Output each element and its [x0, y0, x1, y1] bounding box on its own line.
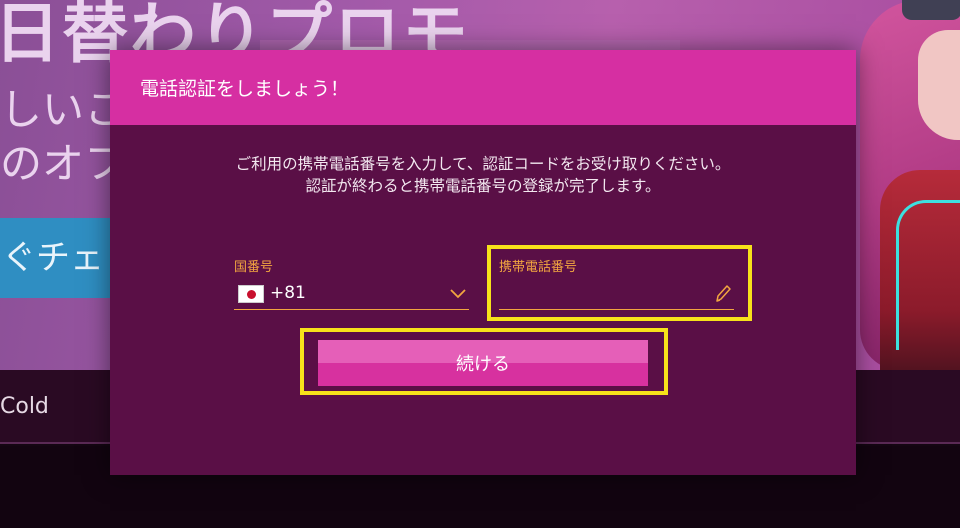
phone-number-label: 携帯電話番号	[499, 260, 578, 275]
japan-flag-icon	[238, 285, 264, 303]
country-code-value: +81	[270, 283, 306, 303]
modal-header: 電話認証をしましょう！	[110, 50, 856, 125]
promo-character-illustration	[840, 0, 960, 370]
continue-button[interactable]: 続ける	[318, 340, 648, 386]
phone-verification-modal: 電話認証をしましょう！ ご利用の携帯電話番号を入力して、認証コードをお受け取りく…	[110, 50, 856, 475]
promo-subtext-line1: しいこ	[0, 85, 127, 134]
promo-check-button[interactable]: ぐチェッ	[0, 218, 118, 298]
chevron-down-icon	[450, 289, 466, 299]
country-code-select[interactable]: +81	[234, 282, 469, 310]
category-strip-label: Cold	[0, 394, 49, 419]
modal-description: ご利用の携帯電話番号を入力して、認証コードをお受け取りください。認証が終わると携…	[235, 155, 731, 195]
pencil-icon	[716, 285, 731, 302]
country-code-label: 国番号	[234, 260, 274, 275]
modal-title: 電話認証をしましょう！	[140, 78, 350, 100]
phone-number-input[interactable]	[499, 282, 734, 310]
promo-subtext-line2: のオフ	[0, 139, 127, 188]
